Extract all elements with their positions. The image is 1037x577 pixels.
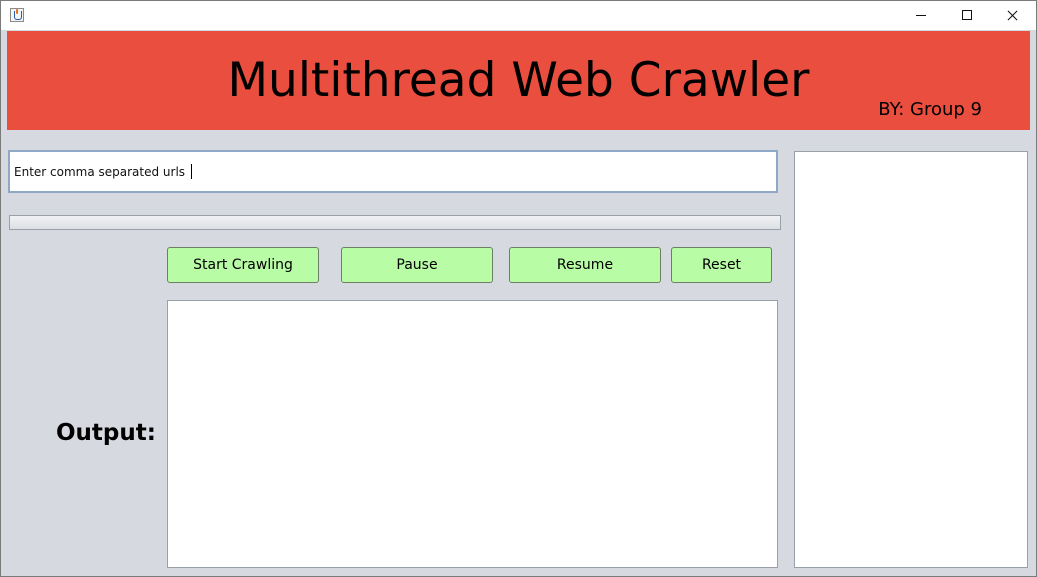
close-icon[interactable]: [990, 1, 1036, 30]
text-caret: [191, 164, 192, 179]
pause-button[interactable]: Pause: [341, 247, 493, 283]
progress-bar: [9, 215, 781, 230]
app-title: Multithread Web Crawler: [227, 53, 810, 108]
minimize-icon[interactable]: [898, 1, 944, 30]
output-textarea[interactable]: [167, 300, 778, 568]
main-panel: Multithread Web Crawler BY: Group 9 Star…: [1, 30, 1036, 576]
maximize-icon[interactable]: [944, 1, 990, 30]
url-input[interactable]: [8, 150, 778, 193]
start-crawling-button[interactable]: Start Crawling: [167, 247, 319, 283]
output-label: Output:: [56, 420, 156, 446]
byline: BY: Group 9: [878, 99, 982, 120]
title-bar[interactable]: [1, 1, 1036, 30]
side-list-panel[interactable]: [794, 151, 1028, 568]
java-cup-icon: [10, 8, 24, 22]
header-banner: Multithread Web Crawler BY: Group 9: [7, 31, 1030, 130]
reset-button[interactable]: Reset: [671, 247, 772, 283]
resume-button[interactable]: Resume: [509, 247, 661, 283]
